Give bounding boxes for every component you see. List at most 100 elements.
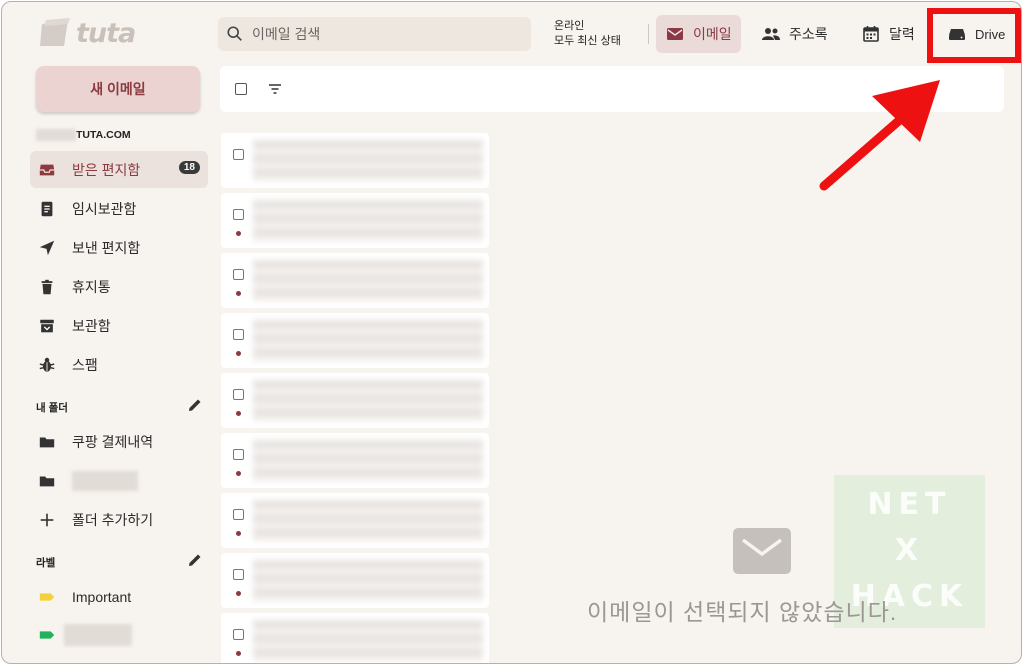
nav-calendar-button[interactable]: 달력: [852, 15, 924, 53]
sidebar-item-label: 보관함: [72, 317, 111, 334]
account-domain: TUTA.COM: [76, 129, 131, 141]
mail-icon: [667, 28, 683, 40]
mail-list-item[interactable]: [221, 433, 489, 488]
status-online: 온라인: [554, 20, 585, 32]
redacted-mail-preview: [253, 140, 483, 182]
mail-list-item[interactable]: [221, 313, 489, 368]
sidebar-label-name: Important: [72, 588, 132, 605]
labels-heading: 라벨: [36, 557, 56, 569]
sidebar-item-sent[interactable]: 보낸 편지함: [30, 229, 208, 266]
sidebar-folder-coupang[interactable]: 쿠팡 결제내역: [30, 423, 208, 460]
mail-list-item[interactable]: [221, 253, 489, 308]
unread-dot: [236, 291, 241, 296]
redacted-folder-name: [72, 470, 138, 491]
search-bar[interactable]: [218, 17, 531, 51]
redacted-mail-preview: [253, 560, 483, 602]
row-checkbox[interactable]: [233, 509, 244, 520]
sync-status: 온라인 모두 최신 상태: [554, 19, 621, 49]
redacted-mail-preview: [253, 620, 483, 662]
row-checkbox[interactable]: [233, 629, 244, 640]
logo-text: tuta: [76, 17, 136, 49]
redacted-mail-preview: [253, 500, 483, 542]
trash-icon: [41, 279, 53, 294]
unread-dot: [236, 591, 241, 596]
header-divider: [648, 24, 649, 44]
mail-list-item[interactable]: [221, 133, 489, 188]
redacted-mail-preview: [253, 380, 483, 422]
redacted-mail-preview: [253, 260, 483, 302]
status-uptodate: 모두 최신 상태: [554, 35, 621, 47]
sidebar-item-label: 임시보관함: [72, 200, 137, 217]
app-window: tuta 온라인 모두 최신 상태 이메일 주소록 달력 Drive 새 이메일…: [1, 1, 1022, 664]
unread-dot: [236, 231, 241, 236]
my-folders-heading: 내 폴더: [36, 402, 68, 414]
sidebar-label-important[interactable]: Important: [30, 578, 208, 615]
unread-count-badge: 18: [178, 161, 200, 174]
sidebar-item-label: 보낸 편지함: [72, 239, 141, 256]
unread-dot: [236, 411, 241, 416]
unread-dot: [236, 651, 241, 656]
filter-icon[interactable]: [267, 81, 283, 97]
label-tag-icon: [39, 592, 55, 601]
row-checkbox[interactable]: [233, 569, 244, 580]
row-checkbox[interactable]: [233, 389, 244, 400]
sidebar-item-inbox[interactable]: 받은 편지함 18: [30, 151, 208, 188]
sidebar-item-spam[interactable]: 스팸: [30, 346, 208, 383]
send-icon: [39, 240, 55, 255]
red-arrow-annotation: [819, 80, 940, 191]
select-all-checkbox[interactable]: [235, 83, 247, 95]
mail-list-item[interactable]: [221, 193, 489, 248]
bug-icon: [39, 357, 55, 372]
archive-icon: [40, 319, 54, 332]
folder-icon: [39, 437, 55, 447]
row-checkbox[interactable]: [233, 149, 244, 160]
sidebar-item-label: 스팸: [72, 356, 98, 373]
sidebar-item-drafts[interactable]: 임시보관함: [30, 190, 208, 227]
mail-list-item[interactable]: [221, 373, 489, 428]
unread-dot: [236, 531, 241, 536]
sidebar-label-redacted[interactable]: [30, 616, 208, 653]
mail-list-item[interactable]: [221, 493, 489, 548]
sidebar-folder-label: 쿠팡 결제내역: [72, 433, 154, 450]
sidebar-item-archive[interactable]: 보관함: [30, 307, 208, 344]
new-email-label: 새 이메일: [90, 81, 146, 97]
tuta-logo[interactable]: tuta: [38, 16, 136, 50]
contacts-icon: [762, 28, 780, 40]
mail-list-item[interactable]: [221, 613, 489, 663]
sidebar-item-trash[interactable]: 휴지통: [30, 268, 208, 305]
redacted-mail-preview: [253, 200, 483, 242]
mail-list-item[interactable]: [221, 553, 489, 608]
redacted-account-name: [36, 129, 76, 141]
row-checkbox[interactable]: [233, 209, 244, 220]
account-label: TUTA.COM: [36, 129, 131, 141]
draft-icon: [41, 201, 53, 216]
sidebar-folder-redacted[interactable]: [30, 462, 208, 499]
nav-contacts-button[interactable]: 주소록: [752, 15, 837, 53]
edit-labels-icon[interactable]: [187, 552, 203, 568]
nav-contacts-label: 주소록: [789, 26, 828, 42]
sidebar-item-label: 휴지통: [72, 278, 111, 295]
new-email-button[interactable]: 새 이메일: [36, 66, 200, 112]
empty-state-message: 이메일이 선택되지 않았습니다.: [587, 599, 898, 625]
label-tag-icon: [39, 630, 55, 639]
row-checkbox[interactable]: [233, 329, 244, 340]
row-checkbox[interactable]: [233, 269, 244, 280]
nav-email-button[interactable]: 이메일: [656, 15, 741, 53]
folder-icon: [39, 476, 55, 486]
drive-highlight-box: [927, 8, 1021, 63]
add-folder-button[interactable]: 폴더 추가하기: [30, 501, 208, 538]
envelope-icon: [733, 528, 791, 574]
tuta-logo-icon: [40, 18, 70, 46]
redacted-label-name: [64, 623, 132, 646]
edit-folders-icon[interactable]: [187, 397, 203, 413]
nav-email-label: 이메일: [693, 26, 732, 42]
add-folder-label: 폴더 추가하기: [72, 511, 154, 528]
row-checkbox[interactable]: [233, 449, 244, 460]
redacted-mail-preview: [253, 320, 483, 362]
search-icon: [227, 26, 242, 41]
search-input[interactable]: [252, 26, 512, 42]
watermark-line2: X: [894, 533, 925, 568]
watermark-line1: NET: [867, 487, 952, 522]
calendar-icon: [863, 26, 879, 42]
redacted-mail-preview: [253, 440, 483, 482]
